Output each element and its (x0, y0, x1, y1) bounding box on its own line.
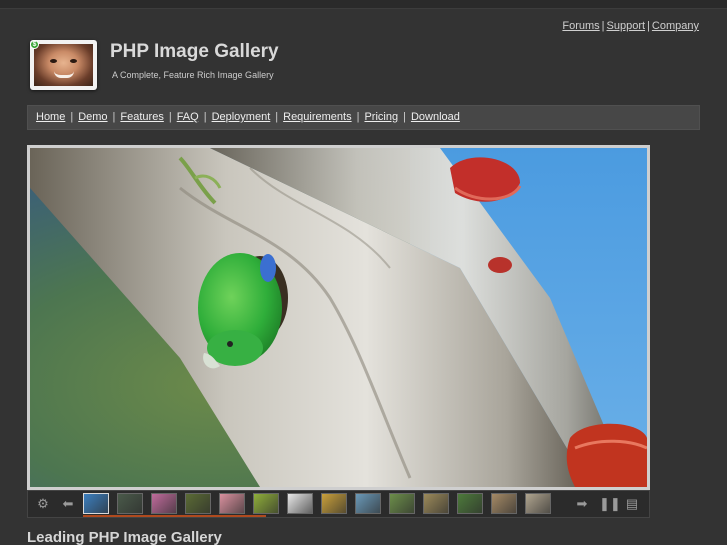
gear-icon[interactable]: ⚙ (35, 496, 51, 512)
nav-download[interactable]: Download (411, 111, 460, 123)
gallery-main-image[interactable] (27, 145, 650, 490)
nav-pricing[interactable]: Pricing (364, 111, 398, 123)
site-title: PHP Image Gallery (110, 41, 279, 62)
page-heading: Leading PHP Image Gallery (27, 529, 222, 545)
nav-demo[interactable]: Demo (78, 111, 107, 123)
thumbnail-sleeping-animal[interactable] (117, 493, 143, 514)
thumbnail-black-white-bird[interactable] (287, 493, 313, 514)
pause-icon[interactable]: ❚❚ (599, 496, 621, 512)
parrot-photo (30, 148, 647, 487)
thumbnail-shark[interactable] (355, 493, 381, 514)
separator: | (601, 20, 605, 32)
thumbnail-pink-lily[interactable] (219, 493, 245, 514)
nav-requirements[interactable]: Requirements (283, 111, 351, 123)
logo-face-photo (34, 44, 93, 86)
thumbnail-pink-flower[interactable] (151, 493, 177, 514)
top-links: Forums | Support | Company (562, 20, 699, 32)
company-link[interactable]: Company (652, 20, 699, 32)
thumbnail-meerkat[interactable] (491, 493, 517, 514)
arrow-right-icon[interactable]: ➡ (574, 496, 590, 512)
main-nav: Home | Demo | Features | FAQ | Deployment | Requir… (27, 105, 700, 130)
thumbnail-bar: ⚙ ⬅ ➡ ❚❚ ▤ (27, 490, 650, 518)
logo-badge-icon: $ (30, 40, 39, 49)
arrow-left-icon[interactable]: ⬅ (60, 496, 76, 512)
thumbnail-owl-face[interactable] (423, 493, 449, 514)
nav-deployment[interactable]: Deployment (212, 111, 271, 123)
thumbnail-heron[interactable] (525, 493, 551, 514)
slideshow-progress (83, 515, 266, 517)
forums-link[interactable]: Forums (562, 20, 599, 32)
nav-faq[interactable]: FAQ (177, 111, 199, 123)
site-subtitle: A Complete, Feature Rich Image Gallery (112, 70, 274, 80)
support-link[interactable]: Support (607, 20, 646, 32)
filmstrip-icon[interactable]: ▤ (624, 496, 640, 512)
nav-features[interactable]: Features (120, 111, 163, 123)
thumbnail-frog-tree[interactable] (389, 493, 415, 514)
thumbnail-blue-bird[interactable] (83, 493, 109, 514)
thumbnail-lizard[interactable] (185, 493, 211, 514)
separator: | (647, 20, 650, 32)
top-band (0, 0, 727, 9)
thumbnail-chameleon[interactable] (457, 493, 483, 514)
thumbnail-green-grasshopper[interactable] (253, 493, 279, 514)
thumbnail-yellow-fish[interactable] (321, 493, 347, 514)
nav-home[interactable]: Home (36, 111, 65, 123)
site-logo[interactable]: $ (30, 40, 97, 90)
